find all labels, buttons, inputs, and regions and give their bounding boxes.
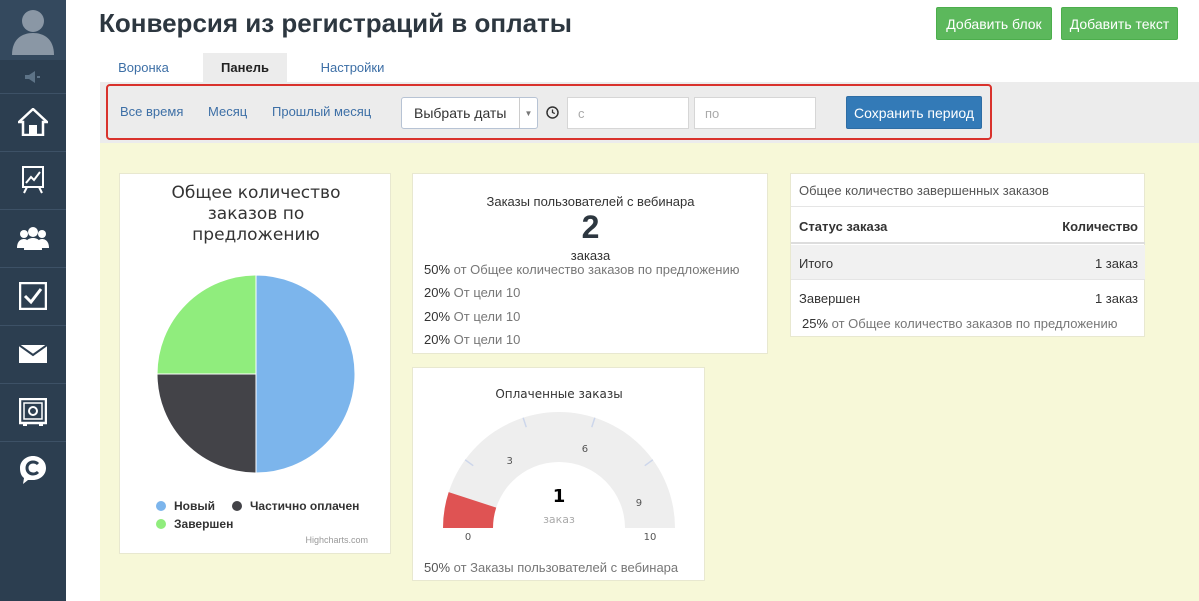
gauge-tick-label: 9 [636,498,642,509]
metric-line: 20% От цели 10 [424,285,520,300]
sidebar-item-mail[interactable] [0,325,66,382]
legend-dot-completed [156,519,166,529]
column-header-count: Количество [1062,219,1138,234]
speaker-icon [25,70,40,83]
metric-unit: заказа [570,248,611,263]
table-row: Итого 1 заказ [791,245,1145,280]
date-range-select[interactable]: Выбрать даты ▼ [401,97,538,129]
checkbox-icon [19,282,47,310]
gauge-footer: 50% от Заказы пользователей с вебинара [424,560,678,575]
pie-title-line-1: Общее количество [171,183,341,203]
table-footer-label: от Общее количество заказов по предложен… [831,316,1118,331]
metric-line-pct: 20% [424,309,451,324]
legend-item-completed[interactable]: Завершен [156,517,233,531]
notifications[interactable] [0,60,66,93]
table-footer: 25% от Общее количество заказов по предл… [802,316,1117,331]
table-footer-pct: 25% [802,316,829,331]
pie-title-line-3: предложению [192,225,320,245]
tab-settings[interactable]: Настройки [305,53,400,82]
pie-title-line-2: заказов по [207,204,305,224]
highcharts-credit-link[interactable]: Highcharts.com [305,535,368,545]
user-avatar-icon [12,10,54,55]
date-range-select-value: Выбрать даты [414,105,507,121]
metric-line-pct: 20% [424,332,451,347]
gauge-tick-label: 10 [644,532,657,543]
tab-funnel[interactable]: Воронка [100,53,187,82]
gauge-unit: заказ [543,513,575,526]
gauge-tick-label: 0 [465,532,471,543]
add-block-button[interactable]: Добавить блок [936,7,1052,40]
metric-value: 2 [581,209,600,245]
column-header-status: Статус заказа [799,219,888,234]
metric-title: Заказы пользователей с вебинара [486,194,695,209]
period-all-time-link[interactable]: Все время [120,104,183,119]
row-status: Итого [799,256,834,271]
sidebar-item-chat[interactable] [0,441,66,498]
pie-slice-partial[interactable] [156,373,257,474]
webinar-orders-card: Заказы пользователей с вебинара 2 заказа… [412,173,768,354]
metric-line: 20% От цели 10 [424,309,520,324]
page-title: Конверсия из регистраций в оплаты [99,8,572,38]
mail-icon [19,345,47,363]
table-header: Статус заказа Количество [791,206,1145,244]
legend-label-completed: Завершен [174,517,234,531]
period-last-month-link[interactable]: Прошлый месяц [272,104,371,119]
add-text-button[interactable]: Добавить текст [1061,7,1178,40]
avatar[interactable] [0,0,66,60]
pie-chart [156,274,356,474]
gauge-footer-label: от Заказы пользователей с вебинара [453,560,679,575]
legend-item-new[interactable]: Новый [156,499,215,513]
sidebar [0,0,66,601]
legend-label-new: Новый [174,499,215,513]
gauge-tick-label: 3 [506,456,512,467]
table-title: Общее количество завершенных заказов [799,183,1049,198]
row-count: 1 заказ [1094,291,1138,306]
row-status: Завершен [799,291,861,306]
pie-slice-completed[interactable] [156,274,257,375]
tab-panel[interactable]: Панель [203,53,287,82]
safe-icon [19,398,47,426]
legend-label-partial: Частично оплачен [250,499,360,513]
sidebar-item-home[interactable] [0,93,66,150]
clock-icon [546,106,559,119]
completed-orders-card: Общее количество завершенных заказов Ста… [790,173,1145,337]
metric-line-label: От цели 10 [453,285,521,300]
sidebar-item-safe[interactable] [0,383,66,440]
users-icon [17,227,49,250]
legend-item-partial[interactable]: Частично оплачен [232,499,359,513]
metric-line-label: От цели 10 [453,332,521,347]
pie-slice-new[interactable] [255,274,356,474]
date-to-input[interactable] [694,97,816,129]
metric-line: 20% От цели 10 [424,332,520,347]
chevron-down-icon: ▼ [519,98,537,128]
metric-line-label: От цели 10 [453,309,521,324]
sidebar-item-users[interactable] [0,209,66,266]
gauge-value: 1 [553,486,566,507]
legend-dot-partial [232,501,242,511]
sidebar-item-stats[interactable] [0,151,66,208]
save-period-button[interactable]: Сохранить период [846,96,982,129]
gauge-tick-label: 6 [582,444,588,455]
chart-board-icon [22,166,44,194]
chat-c-icon [20,456,46,484]
pie-chart-title: Общее количество заказов по предложению [120,183,392,246]
metric-line: 50% от Общее количество заказов по предл… [424,262,739,277]
period-month-link[interactable]: Месяц [208,104,247,119]
metric-line-pct: 20% [424,285,451,300]
gauge-footer-pct: 50% [424,560,451,575]
sidebar-item-tasks[interactable] [0,267,66,324]
date-from-input[interactable] [567,97,689,129]
metric-line-label: от Общее количество заказов по предложен… [453,262,740,277]
legend-dot-new [156,501,166,511]
metric-line-pct: 50% [424,262,451,277]
paid-orders-card: Оплаченные заказы 0 3 6 9 10 1 заказ 50% от За… [412,367,705,581]
home-icon [18,108,48,136]
pie-chart-card: Общее количество заказов по предложению … [119,173,391,554]
gauge-chart: 0 3 6 9 10 1 заказ [443,412,675,543]
table-row: Завершен 1 заказ [791,280,1145,315]
row-count: 1 заказ [1094,256,1138,271]
